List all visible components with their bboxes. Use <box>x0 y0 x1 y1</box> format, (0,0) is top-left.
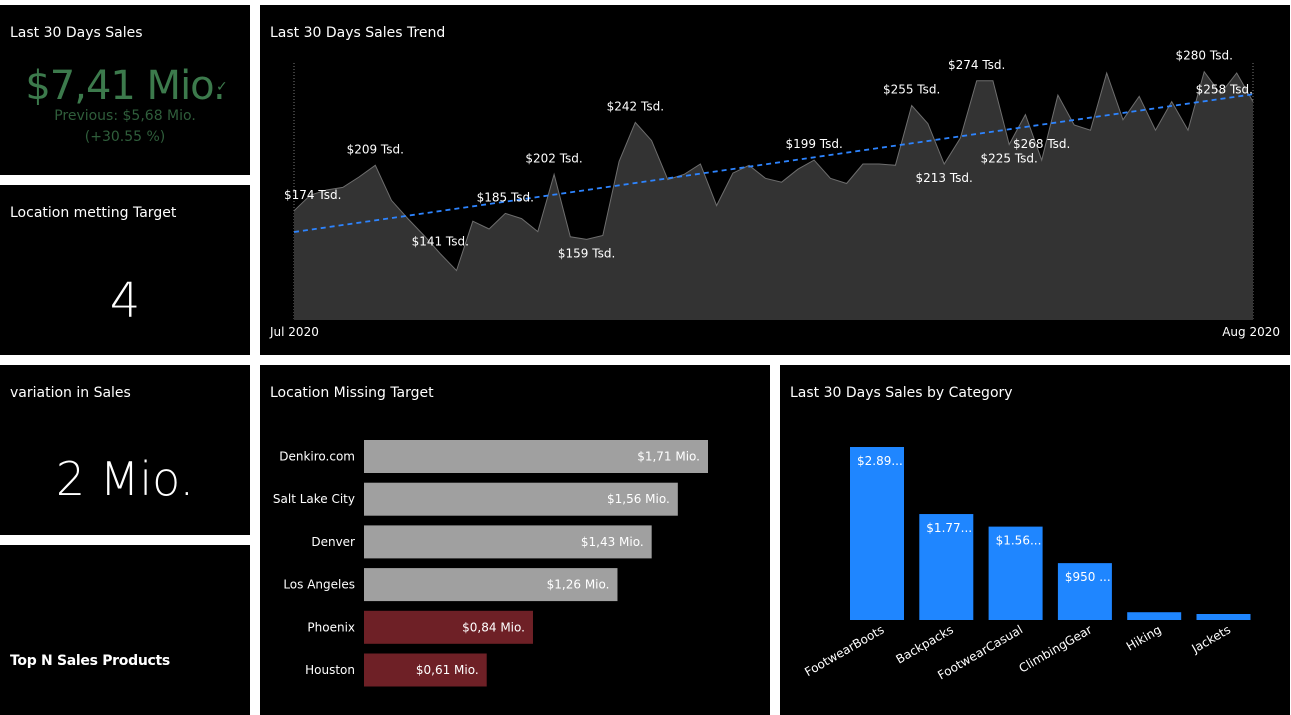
category-axis-label: ClimbingGear <box>1016 622 1094 675</box>
location-missing-card[interactable]: Location Missing Target Denkiro.com $1,71… <box>260 365 770 715</box>
sales-area <box>294 71 1253 320</box>
location-value-label: $1,43 Mio. <box>581 535 644 549</box>
point-label: $258 Tsd. <box>1196 83 1253 97</box>
kpi-sales-change: (+30.55 %) <box>84 129 166 145</box>
location-value-label: $1,71 Mio. <box>637 450 700 464</box>
point-label: $159 Tsd. <box>558 246 615 260</box>
category-value-label: $950 ... <box>1065 570 1111 584</box>
point-label: $141 Tsd. <box>412 235 469 249</box>
location-value-label: $0,61 Mio. <box>416 663 479 677</box>
point-label: $209 Tsd. <box>347 142 404 156</box>
category-axis-label: Backpacks <box>893 622 955 666</box>
point-label: $174 Tsd. <box>284 188 341 202</box>
point-label: $268 Tsd. <box>1013 137 1070 151</box>
kpi-sales-value: $7,41 Mio. <box>25 63 225 109</box>
location-value-label: $1,26 Mio. <box>547 578 610 592</box>
kpi-variation-title: variation in Sales <box>10 385 131 401</box>
kpi-card-sales[interactable]: Last 30 Days Sales $7,41 Mio. ✓ Previous… <box>0 5 250 175</box>
location-category-label: Phoenix <box>307 620 355 634</box>
kpi-card-locations[interactable]: Location metting Target 4 <box>0 185 250 355</box>
top-n-products-card[interactable]: Top N Sales Products <box>0 545 250 715</box>
category-value-label: $1.77... <box>926 521 972 535</box>
sales-trend-card[interactable]: Last 30 Days Sales Trend $174 Tsd. $209 T… <box>260 5 1290 355</box>
point-label: $202 Tsd. <box>525 151 582 165</box>
top-n-title: Top N Sales Products <box>10 653 170 669</box>
location-category-label: Denkiro.com <box>279 450 355 464</box>
point-label: $242 Tsd. <box>607 99 664 113</box>
location-category-label: Salt Lake City <box>273 492 355 506</box>
point-label: $274 Tsd. <box>948 58 1005 72</box>
point-label: $185 Tsd. <box>477 190 534 204</box>
location-value-label: $1,56 Mio. <box>607 492 670 506</box>
category-axis-label: Jackets <box>1188 622 1233 656</box>
location-category-label: Houston <box>305 663 355 677</box>
point-label: $225 Tsd. <box>980 152 1037 166</box>
location-value-label: $0,84 Mio. <box>462 620 525 634</box>
kpi-locations-title: Location metting Target <box>10 205 177 221</box>
category-bar[interactable] <box>1196 614 1251 620</box>
x-axis-start-label: Jul 2020 <box>269 325 319 339</box>
trend-chart[interactable]: $174 Tsd. $209 Tsd. $141 Tsd. $185 Tsd. $202… <box>260 5 1290 355</box>
kpi-sales-previous: Previous: $5,68 Mio. <box>54 108 196 124</box>
point-label: $255 Tsd. <box>883 83 940 97</box>
category-value-label: $1.56... <box>996 534 1042 548</box>
point-label: $280 Tsd. <box>1176 49 1233 63</box>
location-missing-chart[interactable]: Denkiro.com $1,71 Mio. Salt Lake City $1,56… <box>260 365 770 715</box>
category-bar[interactable] <box>850 447 904 620</box>
location-category-label: Denver <box>311 535 355 549</box>
kpi-sales-title: Last 30 Days Sales <box>10 25 143 41</box>
category-bar[interactable] <box>1127 612 1182 620</box>
x-axis-end-label: Aug 2020 <box>1222 325 1280 339</box>
category-axis-label: FootwearBoots <box>802 622 886 679</box>
kpi-variation-value: 2 Mio. <box>55 452 195 506</box>
check-icon: ✓ <box>216 79 228 95</box>
category-chart[interactable]: $2.89... FootwearBoots $1.77... Backpacks $1… <box>780 365 1290 715</box>
kpi-locations-value: 4 <box>109 273 141 329</box>
location-category-label: Los Angeles <box>283 578 355 592</box>
category-axis-label: Hiking <box>1124 622 1164 653</box>
category-value-label: $2.89... <box>857 454 903 468</box>
category-sales-card[interactable]: Last 30 Days Sales by Category $2.89... F… <box>780 365 1290 715</box>
point-label: $213 Tsd. <box>915 171 972 185</box>
kpi-card-variation[interactable]: variation in Sales 2 Mio. <box>0 365 250 535</box>
point-label: $199 Tsd. <box>785 137 842 151</box>
